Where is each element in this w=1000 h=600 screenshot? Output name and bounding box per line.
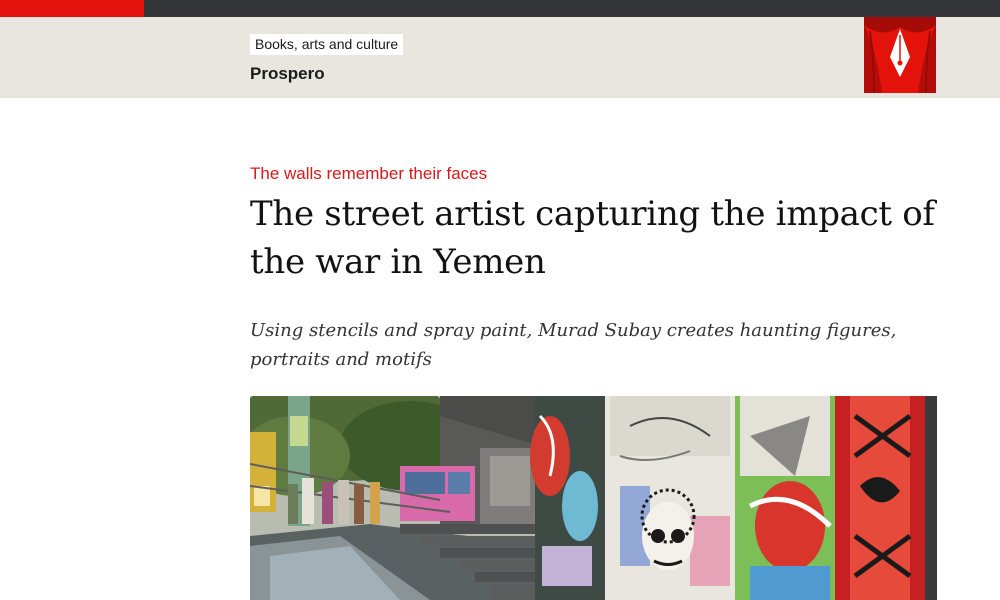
article-kicker: The walls remember their faces — [250, 164, 488, 183]
article-standfirst: Using stencils and spray paint, Murad Su… — [250, 320, 897, 370]
article-headline: The street artist capturing the impact o… — [250, 194, 935, 282]
section-tag[interactable]: Books, arts and culture — [250, 34, 404, 55]
section-header: Books, arts and culture Prospero — [0, 17, 1000, 98]
brand-logo-tab[interactable] — [0, 0, 144, 17]
graffiti-underpass-photo — [250, 396, 937, 600]
article-hero-image[interactable] — [250, 396, 937, 600]
top-navigation-bar — [0, 0, 1000, 17]
prospero-logo-icon — [864, 17, 936, 93]
section-title[interactable]: Prospero — [250, 62, 325, 86]
